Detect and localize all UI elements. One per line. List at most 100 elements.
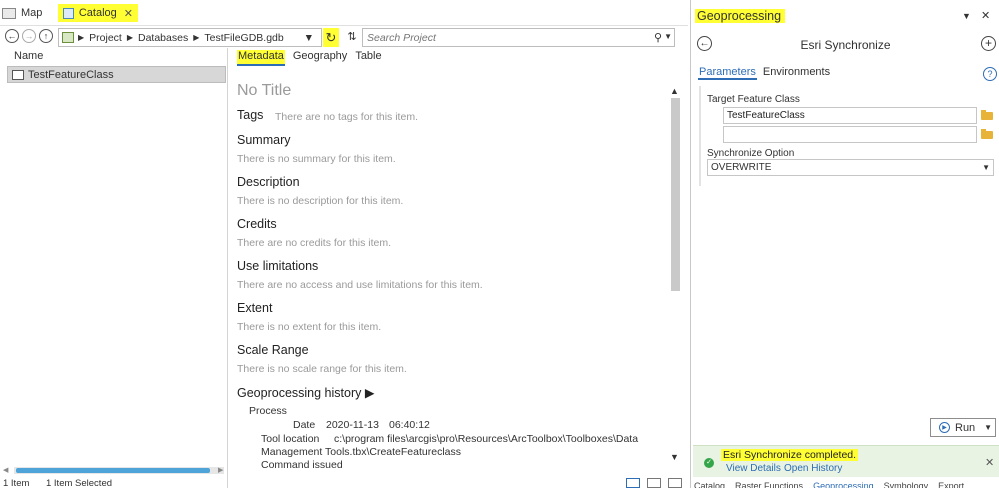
chevron-down-icon[interactable]: ▼ (982, 163, 990, 172)
list-view-icon[interactable] (647, 478, 661, 488)
details-view-icon[interactable] (626, 478, 640, 488)
folder-icon[interactable] (981, 110, 993, 120)
target-feature-class-field-empty[interactable] (723, 126, 977, 143)
tiles-view-icon[interactable] (668, 478, 682, 488)
breadcrumb-separator-icon: ▶ (78, 33, 85, 42)
list-item-label: TestFeatureClass (28, 68, 114, 81)
chevron-down-icon[interactable]: ▼ (664, 32, 672, 41)
tool-tabs: Parameters Environments (698, 66, 830, 80)
forward-arrow-icon[interactable]: → (22, 29, 36, 43)
chevron-down-icon[interactable]: ▼ (304, 32, 314, 44)
search-input[interactable] (363, 29, 643, 46)
play-icon: ▶ (939, 422, 950, 433)
add-icon[interactable]: + (981, 36, 996, 51)
breadcrumb[interactable]: ▶ Project ▶ Databases ▶ TestFileGDB.gdb … (58, 28, 322, 47)
tab-export[interactable]: Export (938, 481, 964, 488)
tab-metadata[interactable]: Metadata (237, 50, 285, 66)
pin-icon[interactable]: ▼ (962, 11, 971, 21)
help-icon[interactable]: ? (983, 67, 997, 81)
scrollbar-thumb[interactable] (671, 98, 680, 291)
open-history-link[interactable]: Open History (784, 463, 842, 474)
target-feature-class-input[interactable] (724, 108, 976, 123)
breadcrumb-item[interactable]: Databases (138, 32, 188, 44)
check-icon: ✓ (704, 458, 714, 468)
synchronize-option-label: Synchronize Option (707, 148, 795, 159)
project-icon (62, 32, 74, 43)
target-feature-class-field[interactable] (723, 107, 977, 124)
section-text: There are no tags for this item. (275, 111, 418, 123)
tab-table[interactable]: Table (355, 50, 381, 66)
pane-title-bar: Geoprocessing ▼ ✕ (691, 7, 999, 29)
synchronize-option-value: OVERWRITE (711, 162, 772, 173)
vertical-scrollbar[interactable]: ▲ ▼ (668, 82, 682, 468)
column-header-name[interactable]: Name (14, 50, 43, 62)
synchronize-option-select[interactable]: OVERWRITE ▼ (707, 159, 994, 176)
metadata-title: No Title (237, 82, 292, 99)
chevron-down-icon[interactable]: ▼ (984, 423, 992, 432)
time-value: 06:40:12 (389, 419, 430, 431)
horizontal-scrollbar[interactable] (14, 467, 224, 474)
process-label: Process (249, 405, 287, 417)
tab-catalog-label: Catalog (78, 7, 117, 19)
scroll-right-icon[interactable]: ▶ (218, 466, 223, 474)
tab-map[interactable]: Map (2, 4, 42, 22)
chevron-down-icon[interactable]: ▼ (670, 452, 679, 462)
close-icon[interactable]: ✕ (981, 9, 990, 22)
tab-symbology[interactable]: Symbology (884, 481, 929, 488)
feature-class-icon (12, 69, 24, 80)
tab-raster-functions[interactable]: Raster Functions (735, 481, 803, 488)
map-icon (2, 7, 16, 19)
tab-catalog[interactable]: Catalog ✕ (58, 4, 138, 22)
chevron-up-icon[interactable]: ▲ (670, 86, 679, 96)
breadcrumb-separator-icon: ▶ (126, 33, 133, 42)
catalog-icon (63, 7, 74, 19)
catalog-toolbar: ← → ↑ ▶ Project ▶ Databases ▶ TestFileGD… (0, 27, 688, 48)
up-arrow-icon[interactable]: ↑ (39, 29, 53, 43)
search-icon[interactable]: ⚲ (654, 31, 662, 44)
sort-icon[interactable]: ⇅ (344, 28, 360, 47)
section-heading: Scale Range (237, 343, 309, 357)
breadcrumb-item[interactable]: Project (89, 32, 122, 44)
section-heading: Description (237, 175, 300, 189)
close-tab-icon[interactable]: ✕ (124, 7, 133, 20)
target-feature-class-input-2[interactable] (724, 127, 976, 142)
tab-geoprocessing[interactable]: Geoprocessing (813, 481, 874, 488)
gp-history-heading[interactable]: Geoprocessing history ▶ (237, 385, 374, 400)
tool-name: Esri Synchronize (800, 38, 891, 52)
close-icon[interactable]: ✕ (985, 456, 994, 469)
pane-title: Geoprocessing (695, 9, 786, 23)
tool-location-label: Tool location (261, 433, 320, 445)
target-feature-class-label: Target Feature Class (707, 94, 800, 105)
folder-icon[interactable] (981, 129, 993, 139)
section-heading: Extent (237, 301, 273, 315)
list-item[interactable]: TestFeatureClass (7, 66, 226, 83)
view-details-link[interactable]: View Details (726, 463, 781, 474)
refresh-icon[interactable]: ↻ (323, 28, 339, 47)
tool-location-value: c:\program files\arcgis\pro\Resources\Ar… (334, 433, 639, 445)
tool-location-value: Management Tools.tbx\CreateFeatureclass (261, 446, 461, 458)
scroll-left-icon[interactable]: ◀ (3, 466, 8, 474)
tab-map-label: Map (21, 7, 43, 19)
document-tab-strip: Map Catalog ✕ (0, 0, 688, 26)
section-text: There is no extent for this item. (237, 321, 382, 333)
run-button[interactable]: ▶ Run ▼ (930, 418, 996, 437)
tab-parameters[interactable]: Parameters (698, 66, 757, 80)
view-mode-buttons (626, 477, 686, 488)
catalog-contents-list: Name TestFeatureClass (0, 48, 228, 488)
run-button-label: Run (955, 421, 976, 434)
tab-geography[interactable]: Geography (293, 50, 347, 66)
back-arrow-icon[interactable]: ← (5, 29, 19, 43)
tab-environments[interactable]: Environments (763, 66, 830, 80)
tab-catalog-pane[interactable]: Catalog (694, 481, 725, 488)
success-message: ✓ Esri Synchronize completed. View Detai… (693, 445, 999, 477)
metadata-tabs: Metadata Geography Table (237, 50, 390, 66)
search-box[interactable]: ⚲ ▼ (362, 28, 675, 47)
section-heading: Tags (237, 108, 264, 122)
scrollbar-thumb[interactable] (16, 468, 210, 473)
pane-bottom-tabs: Catalog Raster Functions Geoprocessing S… (691, 481, 999, 488)
breadcrumb-item[interactable]: TestFileGDB.gdb (204, 32, 283, 44)
geoprocessing-pane: Geoprocessing ▼ ✕ ← Esri Synchronize + P… (690, 0, 999, 488)
date-value: 2020-11-13 (326, 419, 379, 431)
date-label: Date (293, 419, 316, 431)
tool-parameters: Target Feature Class Synchronize Option … (699, 86, 995, 186)
